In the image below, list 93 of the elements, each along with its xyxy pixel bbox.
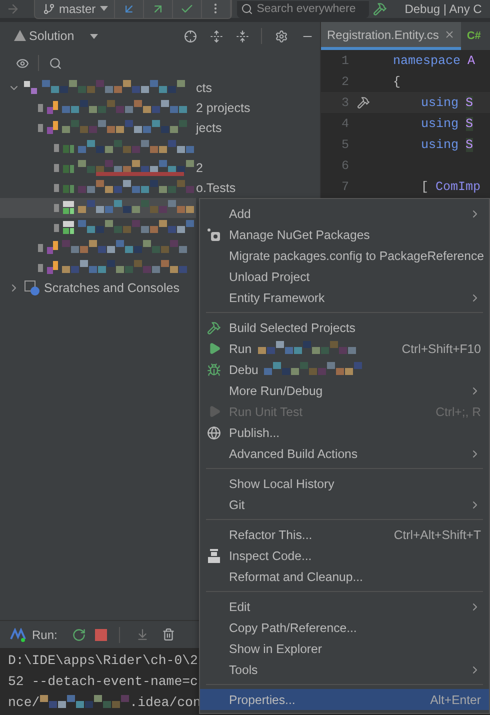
tree-row[interactable]: jects	[0, 118, 222, 138]
node-icon	[54, 164, 59, 172]
package-icon	[207, 228, 221, 242]
file-icon	[62, 201, 74, 215]
node-icon	[38, 124, 43, 132]
menu-item[interactable]: Reformat and Cleanup...	[200, 566, 489, 587]
node-icon	[38, 264, 43, 272]
console-text: 52 --detach-event-name=c	[8, 674, 198, 689]
play-icon	[208, 405, 220, 418]
menu-item[interactable]: Build Selected Projects	[200, 317, 489, 338]
node-icon	[54, 224, 59, 232]
menu-item[interactable]: Inspect Code...	[200, 545, 489, 566]
file-icon	[62, 221, 74, 235]
menu-item[interactable]: Show in Explorer	[200, 638, 489, 659]
menu-item[interactable]: Entity Framework	[200, 287, 489, 308]
caret-icon[interactable]	[90, 34, 98, 38]
code-token: A	[468, 54, 476, 68]
code-token: namespace	[393, 54, 461, 68]
tree-label: Scratches and Consoles	[44, 281, 180, 295]
console-text: .idea/con	[130, 695, 201, 710]
project-icon	[46, 261, 58, 275]
code-token: [	[421, 180, 429, 194]
code-token: using	[421, 138, 459, 152]
line-number: 4	[340, 116, 349, 130]
solution-icon	[24, 81, 38, 95]
branch-icon	[43, 2, 55, 14]
hammer-icon[interactable]	[357, 96, 370, 109]
caret-icon	[100, 6, 108, 11]
tree-row[interactable]: o.Tests	[0, 178, 236, 198]
menu-item[interactable]: Edit	[200, 596, 489, 617]
menu-item[interactable]: Tools	[200, 659, 489, 680]
code-token: using	[421, 96, 459, 110]
tree-row[interactable]: Scratches and Consoles	[0, 278, 196, 298]
line-number: 5	[340, 138, 349, 152]
run-icon	[10, 628, 26, 642]
code-token: ComImp	[436, 180, 481, 194]
globe-icon	[207, 426, 221, 440]
search-icon	[240, 3, 253, 15]
close-icon[interactable]	[444, 29, 455, 40]
menu-item[interactable]: Add	[200, 203, 489, 224]
play-icon	[208, 342, 220, 355]
run-title: Run:	[32, 628, 58, 642]
menu-item[interactable]: Publish...	[200, 422, 489, 443]
code-token: S	[466, 96, 474, 110]
tree-label: o.Tests	[196, 181, 236, 195]
menu-item[interactable]: Manage NuGet Packages	[200, 224, 489, 245]
menu-item[interactable]: More Run/Debug	[200, 380, 489, 401]
code-token: S	[466, 138, 474, 152]
tree-row[interactable]	[0, 198, 196, 218]
console-text: D:\IDE\apps\Rider\ch-0\2	[8, 653, 198, 668]
node-icon	[54, 144, 59, 152]
tree-label: cts	[196, 81, 212, 95]
menu-item[interactable]: Migrate packages.config to PackageReference	[200, 245, 489, 266]
project-icon	[46, 101, 58, 115]
line-number: 7	[340, 180, 349, 194]
menu-item[interactable]: Git	[200, 494, 489, 515]
tree-row[interactable]: cts	[0, 78, 212, 98]
bug-icon	[207, 362, 221, 376]
code-token: {	[393, 74, 401, 88]
node-icon	[38, 244, 43, 252]
editor-tab[interactable]: Registration.Entity.cs	[321, 22, 461, 50]
tree-label: 2	[196, 161, 203, 175]
run-configuration[interactable]: Debug | Any C	[404, 2, 482, 16]
menu-item[interactable]: Unload Project	[200, 266, 489, 287]
inspector-icon	[208, 548, 220, 562]
console-text: nce/	[8, 695, 40, 710]
tree-row[interactable]: 2	[0, 158, 203, 178]
menu-item[interactable]: Copy Path/Reference...	[200, 617, 489, 638]
node-icon	[38, 104, 43, 112]
hammer-icon	[207, 320, 221, 334]
stop-icon[interactable]	[95, 628, 108, 640]
tree-label: jects	[196, 121, 222, 135]
menu-item[interactable]: Debu	[200, 359, 489, 380]
project-icon	[46, 121, 58, 135]
menu-item[interactable]: Run Ctrl+Shift+F10	[200, 338, 489, 359]
node-icon	[54, 184, 59, 192]
line-number: 1	[340, 54, 349, 68]
menu-item[interactable]: Properties... Alt+Enter	[200, 689, 489, 710]
code-token: using	[421, 116, 459, 130]
search-field[interactable]: Search everywhere	[236, 0, 369, 18]
tree-row[interactable]: 2 projects	[0, 98, 250, 118]
node-icon	[54, 204, 59, 212]
scratches-icon	[24, 280, 40, 296]
tree-label: 2 projects	[196, 101, 250, 115]
project-icon	[46, 241, 58, 255]
menu-item[interactable]: Refactor This... Ctrl+Alt+Shift+T	[200, 524, 489, 545]
line-number: 2	[340, 74, 349, 88]
solution-icon	[14, 30, 26, 42]
panel-title[interactable]: Solution	[29, 29, 74, 43]
line-number: 6	[340, 158, 349, 172]
menu-item[interactable]: Advanced Build Actions	[200, 443, 489, 464]
menu-item[interactable]: Show Local History	[200, 473, 489, 494]
code-token: S	[466, 116, 474, 130]
